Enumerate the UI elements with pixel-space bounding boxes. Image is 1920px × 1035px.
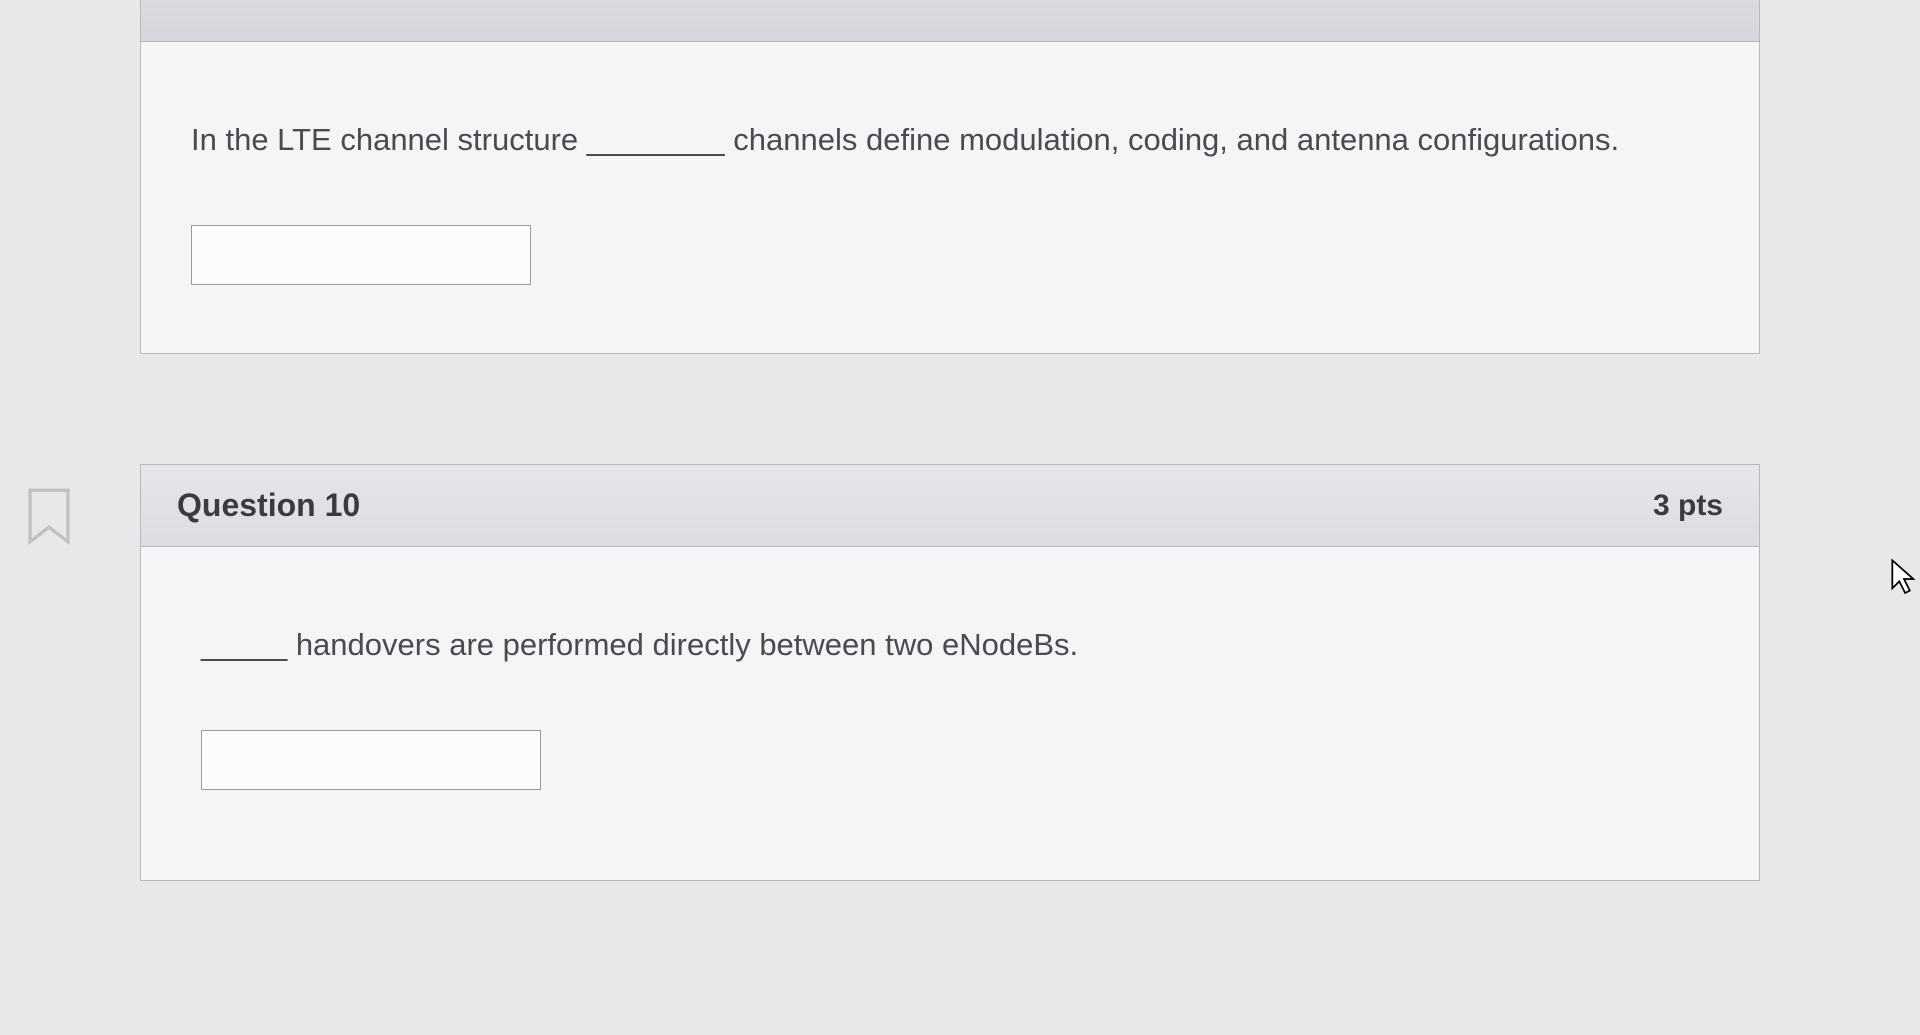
question-card-10: Question 10 3 pts _____ handovers are pe…: [140, 464, 1760, 881]
quiz-content: In the LTE channel structure ________ ch…: [140, 0, 1760, 991]
cursor-icon: [1890, 558, 1918, 596]
question-body-9: In the LTE channel structure ________ ch…: [141, 42, 1759, 353]
answer-input-9[interactable]: [191, 225, 531, 285]
question-text-10: _____ handovers are performed directly b…: [201, 619, 1709, 670]
question-header-10: Question 10 3 pts: [141, 465, 1759, 547]
question-title-10: Question 10: [177, 487, 360, 524]
question-body-10: _____ handovers are performed directly b…: [141, 547, 1759, 880]
question-text-9: In the LTE channel structure ________ ch…: [191, 114, 1709, 165]
bookmark-icon: [26, 487, 72, 545]
answer-input-10[interactable]: [201, 730, 541, 790]
question-card-9: In the LTE channel structure ________ ch…: [140, 0, 1760, 354]
question-header-stub: [141, 0, 1759, 42]
question-points-10: 3 pts: [1653, 489, 1723, 523]
